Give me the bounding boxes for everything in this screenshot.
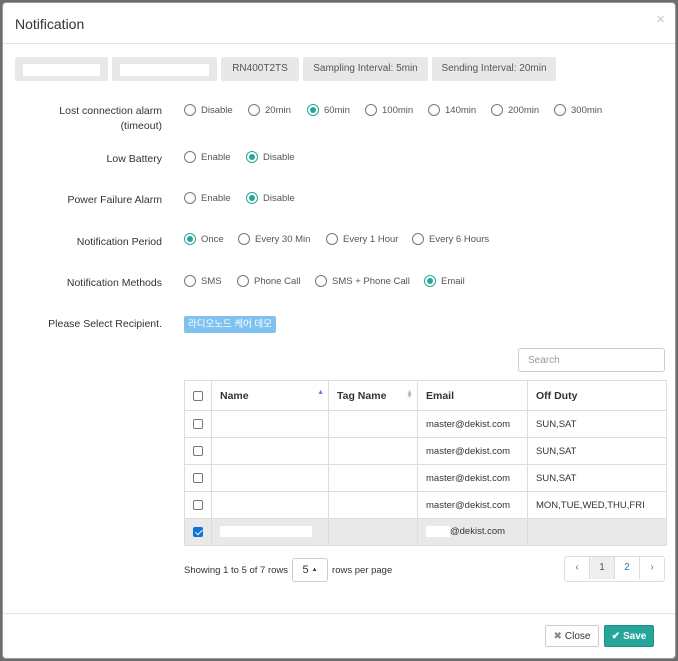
search-input[interactable] [518, 348, 665, 372]
period-every-1-hour-radio[interactable]: Every 1 Hour [326, 231, 398, 247]
select-all-cell [184, 380, 212, 411]
redacted-email-user [426, 526, 450, 538]
x-icon: ✖ [553, 630, 562, 642]
low-battery-label: Low Battery [106, 153, 162, 165]
sending-interval-tag: Sending Interval: 20min [432, 57, 556, 81]
row-checkbox[interactable] [193, 445, 203, 456]
lost-connection-100min-radio[interactable]: 100min [365, 102, 413, 118]
sort-icon: ▲ [317, 389, 324, 396]
lost-connection-140min-radio[interactable]: 140min [428, 102, 476, 118]
off-duty-cell: MON,TUE,WED,THU,FRI [527, 491, 667, 519]
table-row[interactable]: master@dekist.com MON,TUE,WED,THU,FRI [184, 491, 667, 519]
sort-icon: ▲ ▼ [406, 389, 413, 400]
row-checkbox[interactable] [193, 472, 203, 483]
row-checkbox[interactable] [193, 418, 203, 429]
recipient-group-badge[interactable]: 라디오노드 케어 데모 [184, 316, 276, 333]
method-sms-radio[interactable]: SMS [184, 273, 222, 289]
lost-connection-60min-radio[interactable]: 60min [307, 102, 350, 118]
select-all-checkbox[interactable] [193, 390, 203, 401]
name-cell [211, 491, 329, 519]
close-button[interactable]: ✖ Close [545, 625, 599, 647]
tag-name-cell [328, 518, 418, 546]
pagination-info: Showing 1 to 5 of 7 rows 5 ▲ rows per pag… [184, 557, 392, 583]
page-1-button[interactable]: 1 [589, 557, 614, 579]
prev-page-button[interactable]: ‹ [565, 557, 589, 579]
method-sms-phone-call-radio[interactable]: SMS + Phone Call [315, 273, 410, 289]
off-duty-cell: SUN,SAT [527, 410, 667, 438]
close-icon[interactable]: × [656, 11, 665, 28]
device-model-tag: RN400T2TS [221, 57, 299, 81]
redacted-name [220, 526, 312, 538]
pagination: ‹ 1 2 › [564, 556, 665, 582]
modal-header: Notification × [3, 3, 675, 44]
column-header-tag-name[interactable]: Tag Name ▲ ▼ [328, 380, 418, 411]
rows-per-page-text: rows per page [332, 564, 393, 576]
period-once-radio[interactable]: Once [184, 231, 224, 247]
table-row[interactable]: master@dekist.com SUN,SAT [184, 410, 667, 438]
method-phone-call-radio[interactable]: Phone Call [237, 273, 300, 289]
lost-connection-20min-radio[interactable]: 20min [248, 102, 291, 118]
column-header-email: Email [417, 380, 528, 411]
showing-rows-text: Showing 1 to 5 of 7 rows [184, 564, 289, 576]
row-select-cell [184, 464, 212, 492]
column-header-name[interactable]: Name ▲ [211, 380, 329, 411]
name-cell [211, 464, 329, 492]
row-checkbox[interactable] [193, 499, 203, 510]
page-2-button[interactable]: 2 [614, 557, 639, 579]
save-button[interactable]: ✔ Save [604, 625, 654, 647]
sampling-interval-tag: Sampling Interval: 5min [303, 57, 428, 81]
recipient-table: Name ▲ Tag Name ▲ ▼ Email Off Duty master… [184, 380, 667, 546]
lost-connection-300min-radio[interactable]: 300min [554, 102, 602, 118]
tag-name-cell [328, 410, 418, 438]
name-cell [211, 410, 329, 438]
page-size-dropdown[interactable]: 5 ▲ [292, 558, 329, 582]
modal-footer: ✖ Close ✔ Save [3, 613, 675, 658]
device-tag-redacted-1 [15, 57, 108, 81]
row-select-cell [184, 518, 212, 546]
power-failure-label: Power Failure Alarm [67, 194, 162, 206]
method-email-radio[interactable]: Email [424, 273, 465, 289]
low-battery-enable-radio[interactable]: Enable [184, 149, 231, 165]
modal-title: Notification [15, 16, 85, 32]
row-select-cell [184, 491, 212, 519]
lost-connection-disable-radio[interactable]: Disable [184, 102, 233, 118]
period-every-6-hours-radio[interactable]: Every 6 Hours [412, 231, 489, 247]
email-cell: master@dekist.com [417, 464, 528, 492]
period-every-30-min-radio[interactable]: Every 30 Min [238, 231, 310, 247]
email-cell: master@dekist.com [417, 491, 528, 519]
row-checkbox-checked[interactable] [193, 526, 203, 537]
caret-up-icon: ▲ [311, 567, 318, 573]
tag-name-cell [328, 464, 418, 492]
email-cell: master@dekist.com [417, 410, 528, 438]
recipient-label: Please Select Recipient. [48, 318, 162, 330]
column-header-off-duty: Off Duty [527, 380, 667, 411]
power-failure-disable-radio[interactable]: Disable [246, 190, 295, 206]
row-select-cell [184, 410, 212, 438]
lost-connection-200min-radio[interactable]: 200min [491, 102, 539, 118]
email-cell: master@dekist.com [417, 437, 528, 465]
off-duty-cell: SUN,SAT [527, 437, 667, 465]
check-icon: ✔ [611, 630, 621, 642]
off-duty-cell: SUN,SAT [527, 464, 667, 492]
tag-name-cell [328, 491, 418, 519]
table-row[interactable]: master@dekist.com SUN,SAT [184, 464, 667, 492]
off-duty-cell [527, 518, 667, 546]
name-cell [211, 518, 329, 546]
table-row-selected[interactable]: @dekist.com [184, 518, 667, 546]
notification-methods-label: Notification Methods [66, 277, 162, 289]
name-cell [211, 437, 329, 465]
notification-period-label: Notification Period [76, 236, 162, 248]
notification-modal: Notification × RN400T2TS Sampling Interv… [2, 2, 676, 659]
device-tag-redacted-2 [112, 57, 217, 81]
table-row[interactable]: master@dekist.com SUN,SAT [184, 437, 667, 465]
tag-name-cell [328, 437, 418, 465]
low-battery-disable-radio[interactable]: Disable [246, 149, 295, 165]
table-header-row: Name ▲ Tag Name ▲ ▼ Email Off Duty [184, 380, 667, 411]
next-page-button[interactable]: › [639, 557, 664, 579]
lost-connection-label: Lost connection alarm (timeout) [59, 105, 162, 132]
row-select-cell [184, 437, 212, 465]
email-cell: @dekist.com [417, 518, 528, 546]
power-failure-enable-radio[interactable]: Enable [184, 190, 231, 206]
